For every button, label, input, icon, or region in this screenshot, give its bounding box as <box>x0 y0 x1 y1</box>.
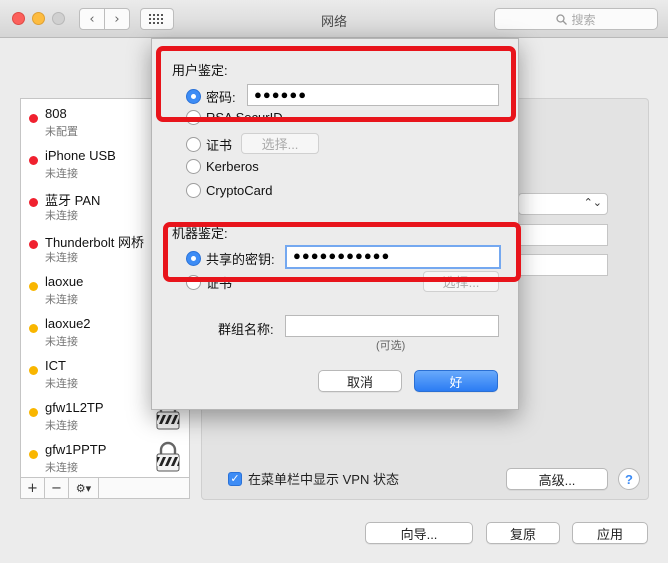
search-placeholder: 搜索 <box>571 12 596 27</box>
shared-secret-field[interactable]: ●●●●●●●●●●● <box>285 245 501 269</box>
select-chevron-icon: ⌃⌄ <box>583 196 602 209</box>
help-button[interactable]: ? <box>618 468 640 490</box>
assist-button[interactable]: 向导... <box>365 522 473 544</box>
status-dot-icon <box>29 450 38 459</box>
authentication-settings-sheet: 用户鉴定: 密码: ●●●●●● RSA SecurID 证书 选择... Ke… <box>151 38 519 410</box>
service-status: 未连接 <box>45 420 78 432</box>
service-name: laoxue2 <box>45 316 91 331</box>
password-field[interactable]: ●●●●●● <box>247 84 499 106</box>
status-dot-icon <box>29 366 38 375</box>
radio-machine-certificate[interactable]: 证书 <box>186 273 232 292</box>
show-vpn-status-checkbox[interactable]: ✓ <box>228 471 242 486</box>
service-item[interactable]: gfw1PPTP 未连接 <box>21 435 189 477</box>
radio-password[interactable]: 密码: <box>186 87 236 106</box>
radio-certificate-label: 证书 <box>206 138 233 153</box>
radio-cryptocard[interactable]: CryptoCard <box>186 183 272 198</box>
service-status: 未配置 <box>45 126 78 138</box>
server-address-field[interactable] <box>518 224 608 246</box>
apply-button[interactable]: 应用 <box>572 522 648 544</box>
search-field[interactable]: 搜索 <box>494 8 658 30</box>
add-service-button[interactable]: + <box>21 478 45 498</box>
status-dot-icon <box>29 324 38 333</box>
radio-certificate-button[interactable] <box>186 137 201 152</box>
service-status: 未连接 <box>45 378 78 390</box>
service-status: 未连接 <box>45 336 78 348</box>
service-name: iPhone USB <box>45 148 116 163</box>
revert-button[interactable]: 复原 <box>486 522 560 544</box>
status-dot-icon <box>29 198 38 207</box>
cancel-button[interactable]: 取消 <box>318 370 402 392</box>
service-name: 808 <box>45 106 67 121</box>
optional-hint: (可选) <box>376 340 406 352</box>
radio-password-button[interactable] <box>186 89 201 104</box>
radio-machine-certificate-label: 证书 <box>206 276 233 291</box>
user-auth-label: 用户鉴定: <box>172 63 228 78</box>
radio-rsa-securid[interactable]: RSA SecurID <box>186 110 283 125</box>
service-name: laoxue <box>45 274 84 289</box>
service-status: 未连接 <box>45 294 78 306</box>
configuration-select[interactable]: ⌃⌄ <box>518 193 608 215</box>
service-status: 未连接 <box>45 252 78 264</box>
group-name-field[interactable] <box>285 315 499 337</box>
service-name: gfw1L2TP <box>45 400 104 415</box>
radio-shared-secret-label: 共享的密钥: <box>206 252 275 267</box>
service-name: gfw1PPTP <box>45 442 107 457</box>
service-list-toolbar: + − ⚙▾ <box>20 477 190 499</box>
gear-menu-button[interactable]: ⚙▾ <box>69 478 99 498</box>
radio-cryptocard-label: CryptoCard <box>206 183 273 198</box>
radio-shared-secret[interactable]: 共享的密钥: <box>186 249 275 268</box>
remove-service-button[interactable]: − <box>45 478 69 498</box>
status-dot-icon <box>29 282 38 291</box>
service-status: 未连接 <box>45 210 78 222</box>
account-name-field[interactable] <box>518 254 608 276</box>
radio-rsa-securid-button[interactable] <box>186 110 201 125</box>
choose-machine-certificate-button[interactable]: 选择... <box>423 271 499 292</box>
show-vpn-status-label: 在菜单栏中显示 VPN 状态 <box>248 472 399 487</box>
machine-auth-label: 机器鉴定: <box>172 226 228 241</box>
radio-rsa-securid-label: RSA SecurID <box>206 110 283 125</box>
status-dot-icon <box>29 114 38 123</box>
choose-certificate-button[interactable]: 选择... <box>241 133 319 154</box>
status-dot-icon <box>29 408 38 417</box>
service-status: 未连接 <box>45 462 78 474</box>
search-icon <box>556 13 568 25</box>
radio-kerberos-label: Kerberos <box>206 159 259 174</box>
advanced-button[interactable]: 高级... <box>506 468 608 490</box>
title-bar: ‹ › 网络 搜索 <box>0 0 668 38</box>
group-name-label: 群组名称: <box>218 322 274 337</box>
vpn-lock-icon <box>155 441 181 473</box>
radio-shared-secret-button[interactable] <box>186 251 201 266</box>
radio-certificate[interactable]: 证书 <box>186 135 232 154</box>
radio-kerberos-button[interactable] <box>186 159 201 174</box>
ok-button[interactable]: 好 <box>414 370 498 392</box>
service-status: 未连接 <box>45 168 78 180</box>
show-vpn-status-row[interactable]: ✓ 在菜单栏中显示 VPN 状态 <box>228 469 399 488</box>
radio-password-label: 密码: <box>206 90 236 105</box>
radio-cryptocard-button[interactable] <box>186 183 201 198</box>
radio-machine-certificate-button[interactable] <box>186 275 201 290</box>
radio-kerberos[interactable]: Kerberos <box>186 159 259 174</box>
status-dot-icon <box>29 240 38 249</box>
status-dot-icon <box>29 156 38 165</box>
service-name: ICT <box>45 358 66 373</box>
